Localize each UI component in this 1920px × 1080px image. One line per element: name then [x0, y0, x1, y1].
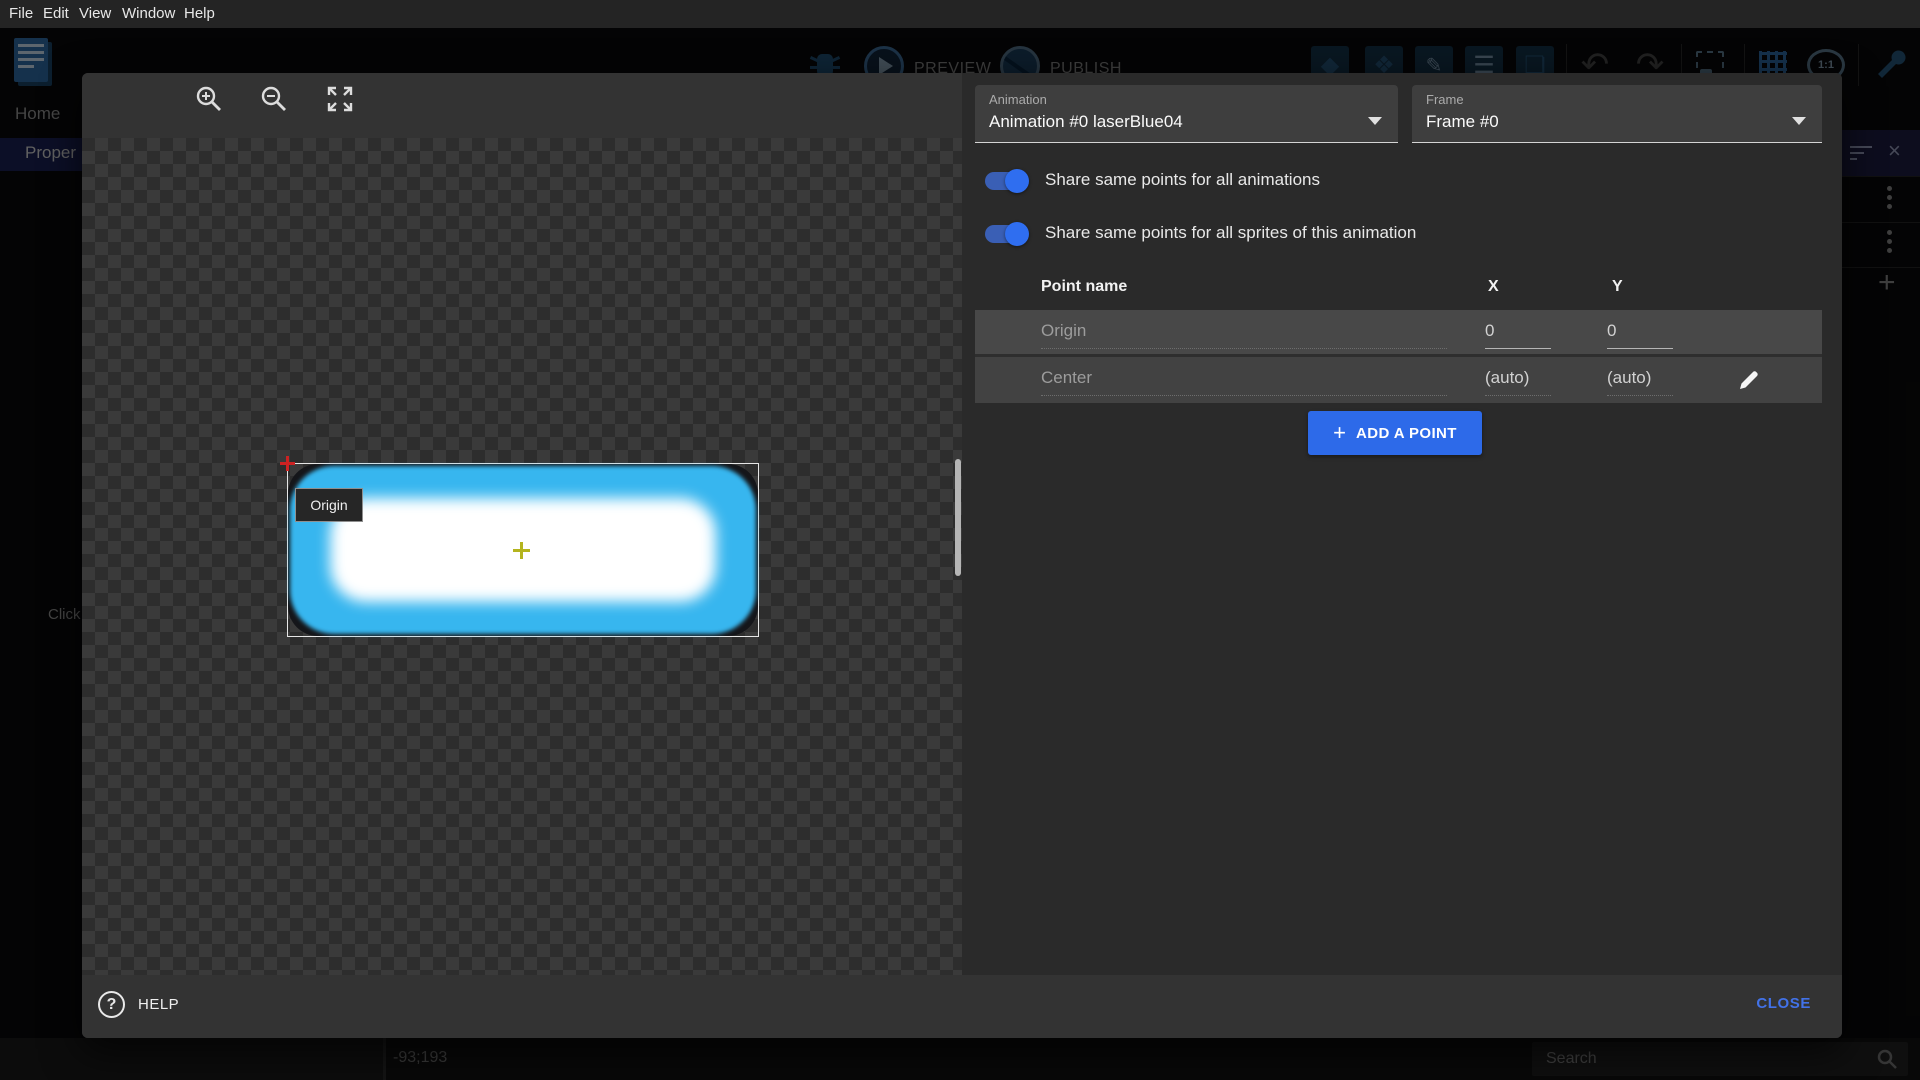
close-button[interactable]: CLOSE [1756, 995, 1811, 1012]
menu-view[interactable]: View [79, 5, 111, 22]
toggle-share-all-animations-label: Share same points for all animations [1045, 170, 1320, 190]
points-panel: Animation Animation #0 laserBlue04 Frame… [962, 73, 1842, 975]
frame-select-value: Frame #0 [1426, 112, 1499, 132]
help-icon: ? [98, 991, 125, 1018]
column-header-x: X [1488, 278, 1499, 296]
frame-select-label: Frame [1426, 92, 1464, 107]
point-name-field: Origin [1041, 321, 1086, 341]
origin-point-marker[interactable] [280, 456, 295, 471]
add-row-icon[interactable]: + [1878, 266, 1896, 300]
search-input[interactable] [1546, 1042, 1846, 1076]
filter-icon[interactable] [1850, 146, 1872, 162]
fit-to-screen-button[interactable] [320, 79, 360, 119]
add-point-button[interactable]: + ADD A POINT [1308, 411, 1482, 455]
sprite-canvas[interactable]: Origin [82, 138, 962, 975]
status-left-segment [0, 1038, 383, 1080]
expand-icon [326, 85, 354, 113]
search-icon[interactable] [1876, 1048, 1898, 1070]
search-box [1532, 1042, 1908, 1076]
menu-file[interactable]: File [9, 5, 33, 22]
zoom-out-button[interactable] [254, 79, 294, 119]
divider [1842, 176, 1920, 177]
menu-help[interactable]: Help [184, 5, 215, 22]
divider [383, 1038, 386, 1080]
status-bar: -93;193 [0, 1038, 1920, 1080]
table-row-center[interactable]: Center (auto) (auto) [975, 357, 1822, 403]
column-header-point-name: Point name [1041, 278, 1127, 296]
tab-properties[interactable]: Proper [0, 138, 82, 171]
center-point-marker[interactable] [513, 542, 530, 559]
menu-edit[interactable]: Edit [43, 5, 69, 22]
chevron-down-icon [1368, 117, 1382, 125]
edit-center-point-button[interactable] [1735, 366, 1763, 394]
origin-point-tooltip: Origin [295, 488, 363, 522]
edit-points-dialog: Origin Animation Animation #0 laserBlue0… [82, 73, 1842, 1038]
animation-select-label: Animation [989, 92, 1047, 107]
chevron-down-icon [1792, 117, 1806, 125]
point-x-field: (auto) [1485, 368, 1529, 388]
toolbar-separator [1858, 44, 1859, 86]
zoom-in-button[interactable] [189, 79, 229, 119]
zoom-out-icon [260, 85, 288, 113]
properties-hint-text: Click [48, 606, 81, 623]
table-row-origin[interactable]: Origin 0 0 [975, 310, 1822, 356]
right-panel-header: × [1842, 130, 1920, 176]
menu-bar: File Edit View Window Help [0, 0, 1920, 28]
close-panel-icon[interactable]: × [1888, 138, 1901, 164]
tab-home[interactable]: Home [15, 104, 60, 124]
toggle-share-all-sprites-label: Share same points for all sprites of thi… [1045, 223, 1416, 243]
kebab-menu-icon[interactable] [1887, 230, 1892, 235]
cursor-coordinates: -93;193 [393, 1049, 447, 1067]
frame-select[interactable]: Frame Frame #0 [1412, 85, 1822, 143]
point-name-field: Center [1041, 368, 1092, 388]
animation-select[interactable]: Animation Animation #0 laserBlue04 [975, 85, 1398, 143]
point-y-field: (auto) [1607, 368, 1651, 388]
point-x-field[interactable]: 0 [1485, 321, 1494, 341]
kebab-menu-icon[interactable] [1887, 186, 1892, 191]
help-button[interactable]: ? HELP [98, 991, 179, 1018]
canvas-zoom-toolbar [82, 73, 962, 138]
dialog-footer: ? HELP CLOSE [82, 975, 1842, 1038]
column-header-y: Y [1612, 278, 1623, 296]
project-manager-icon[interactable] [14, 38, 48, 82]
plus-icon: + [1333, 422, 1346, 444]
animation-select-value: Animation #0 laserBlue04 [989, 112, 1183, 132]
wrench-icon[interactable] [1868, 46, 1906, 84]
point-y-field[interactable]: 0 [1607, 321, 1616, 341]
divider [1842, 222, 1920, 223]
zoom-in-icon [195, 85, 223, 113]
toggle-share-all-sprites[interactable] [985, 225, 1025, 243]
toggle-share-all-animations[interactable] [985, 172, 1025, 190]
canvas-scrollbar[interactable] [955, 459, 961, 576]
pencil-icon [1738, 369, 1760, 391]
menu-window[interactable]: Window [122, 5, 175, 22]
